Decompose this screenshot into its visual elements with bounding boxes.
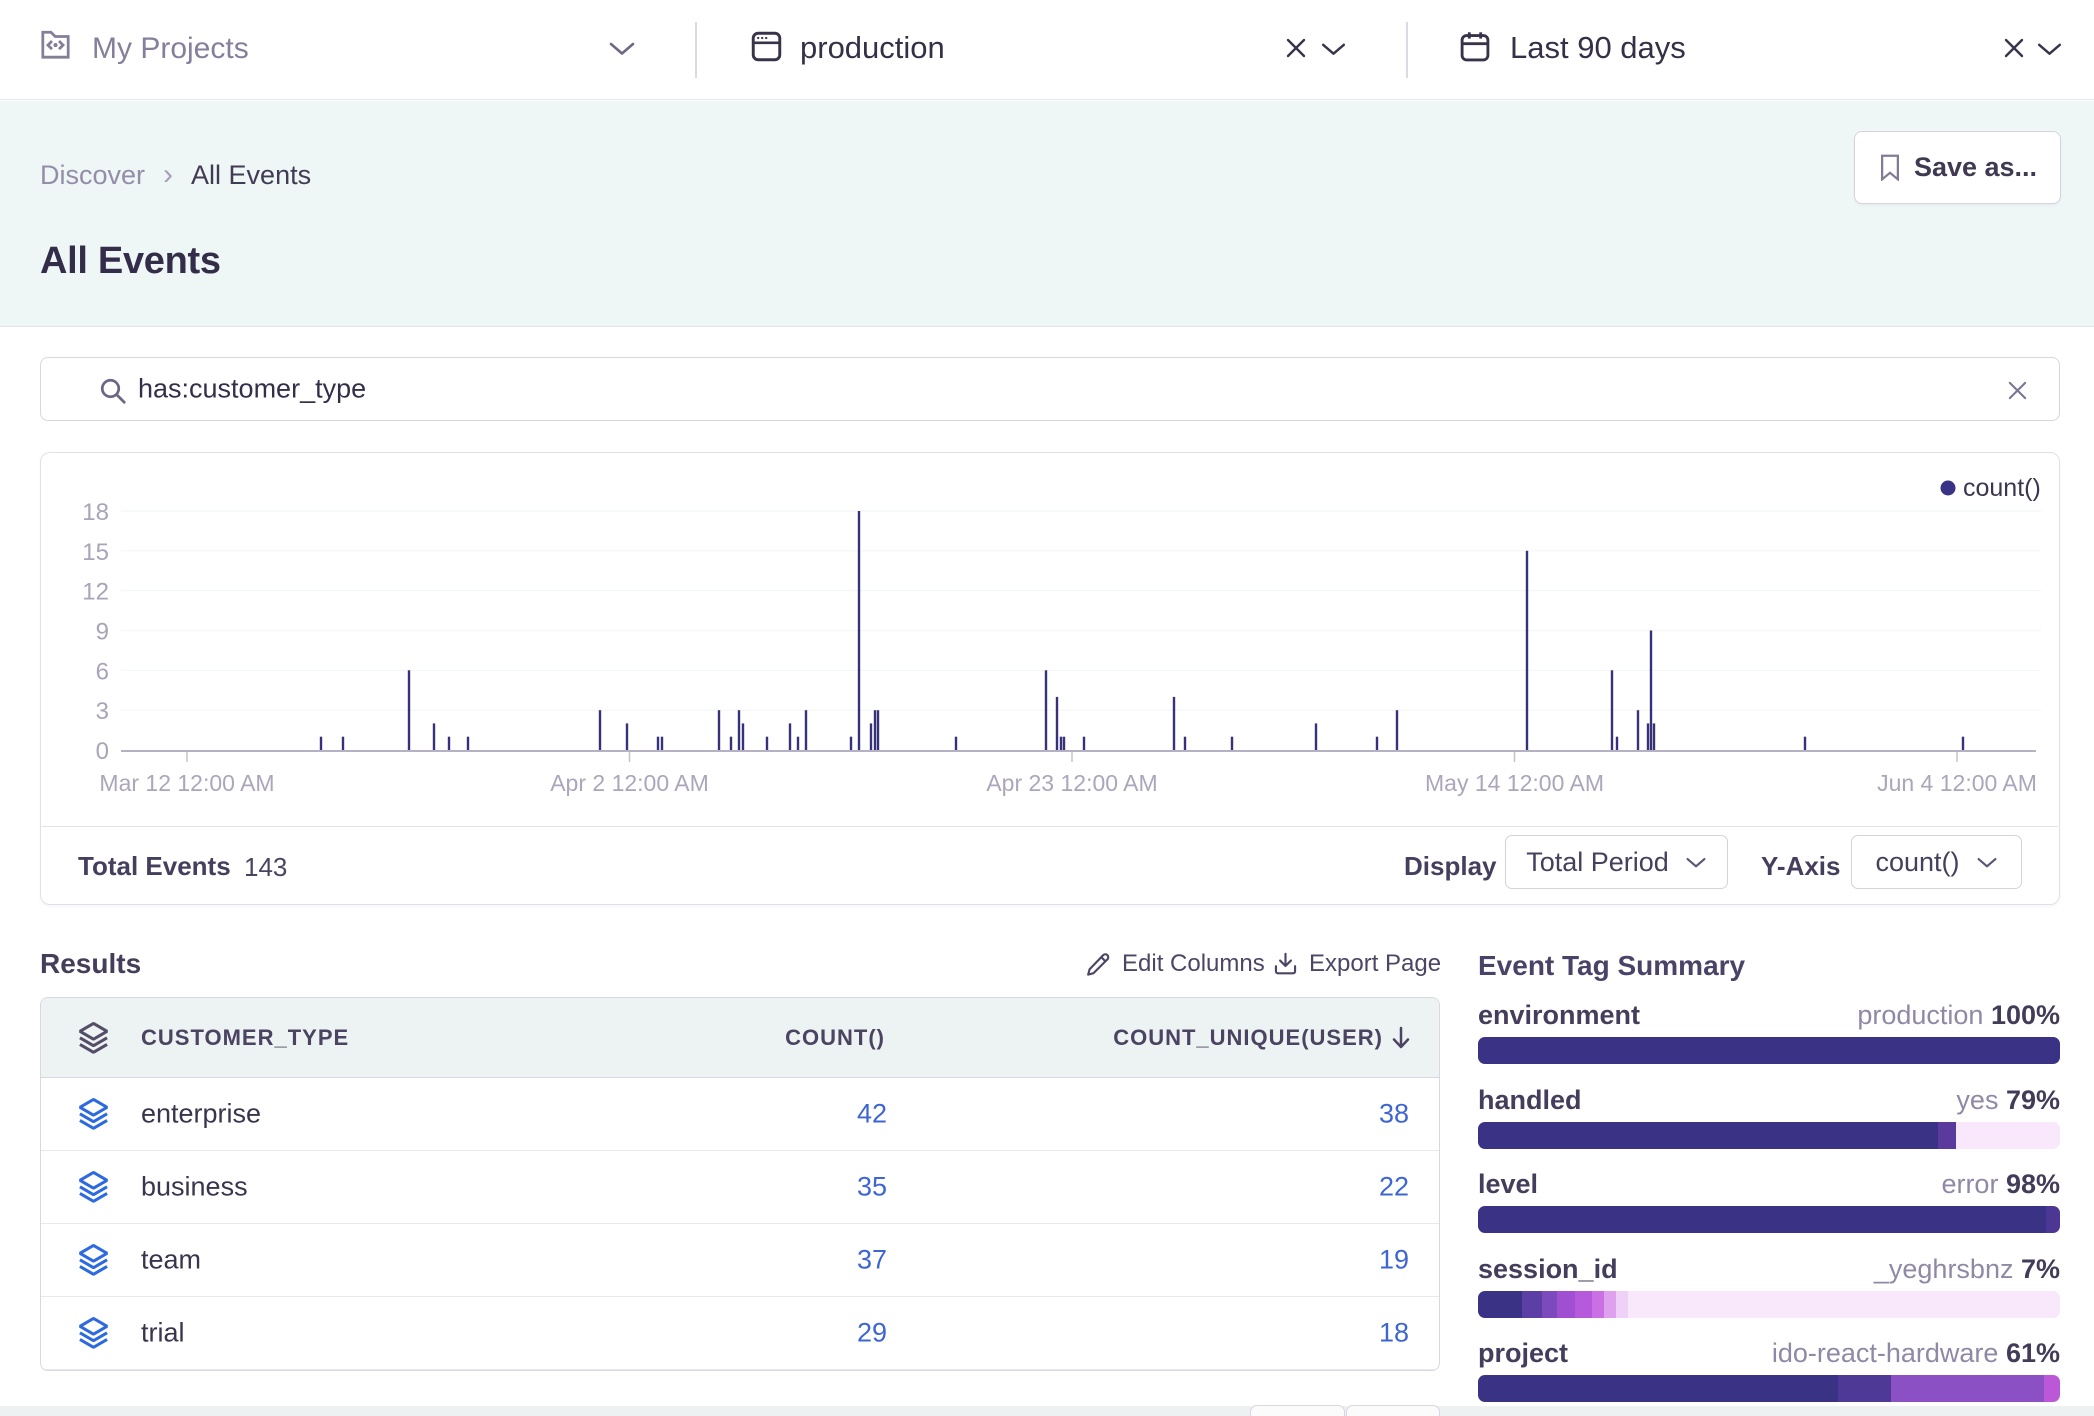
svg-text:18: 18 bbox=[82, 499, 109, 526]
svg-text:15: 15 bbox=[82, 539, 109, 566]
svg-text:6: 6 bbox=[96, 658, 109, 685]
svg-text:count(): count() bbox=[1963, 474, 2041, 502]
svg-text:Mar 12 12:00 AM: Mar 12 12:00 AM bbox=[99, 770, 274, 796]
svg-text:0: 0 bbox=[96, 738, 109, 765]
svg-text:3: 3 bbox=[96, 698, 109, 725]
svg-text:Apr 23 12:00 AM: Apr 23 12:00 AM bbox=[986, 770, 1157, 796]
svg-text:Jun 4 12:00 AM: Jun 4 12:00 AM bbox=[1877, 770, 2037, 796]
svg-text:Apr 2 12:00 AM: Apr 2 12:00 AM bbox=[550, 770, 709, 796]
svg-text:9: 9 bbox=[96, 619, 109, 646]
svg-text:12: 12 bbox=[82, 579, 109, 606]
svg-text:May 14 12:00 AM: May 14 12:00 AM bbox=[1425, 770, 1604, 796]
